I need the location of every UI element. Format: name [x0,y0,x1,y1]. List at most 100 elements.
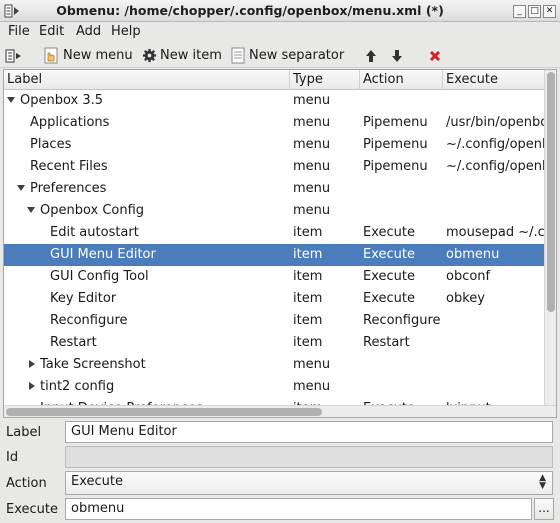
label-input[interactable]: GUI Menu Editor [65,421,553,443]
tree-row-selected[interactable]: GUI Menu Editor item Execute obmenu [4,244,545,266]
row-execute: obkey [446,291,485,306]
row-execute: obconf [446,269,491,284]
row-type: menu [293,137,331,152]
new-item-button[interactable]: New item [142,46,222,65]
row-action: Pipemenu [363,115,428,130]
expander-collapsed-icon[interactable] [29,360,35,368]
row-type: menu [293,181,331,196]
arrow-down-icon [392,49,402,62]
tree-row[interactable]: Openbox Config menu [4,200,545,222]
row-label: Openbox 3.5 [20,93,104,108]
tree-rows: Openbox 3.5 menu Applications menu Pipemenu /… [4,90,545,407]
row-label: Openbox Config [40,203,145,218]
row-label: tint2 config [40,379,115,394]
row-action: Execute [363,291,415,306]
title-bar: Obmenu: /home/chopper/.config/openbox/me… [0,0,560,22]
expander-expanded-icon[interactable] [17,185,25,191]
row-type: item [293,335,323,350]
new-menu-button[interactable]: New menu [42,46,133,65]
new-item-label: New item [160,48,222,63]
tree-row[interactable]: Restart item Restart [4,332,545,354]
tree-row[interactable]: Reconfigure item Reconfigure [4,310,545,332]
tree-row[interactable]: Take Screenshot menu [4,354,545,376]
row-type: item [293,225,323,240]
tree-row[interactable]: Key Editor item Execute obkey [4,288,545,310]
row-label: Recent Files [30,159,108,174]
tree-row[interactable]: Applications menu Pipemenu/usr/bin/openbox [4,112,545,134]
delete-x-icon [429,50,441,61]
row-label: Preferences [30,181,107,196]
expander-expanded-icon[interactable] [7,97,15,103]
row-action: Execute [363,269,415,284]
column-header-type[interactable]: Type [293,72,323,90]
row-label: Applications [30,115,110,130]
tree-header: Label Type Action Execute [4,70,545,90]
new-separator-button[interactable]: New separator [230,46,344,65]
column-header-execute[interactable]: Execute [446,72,498,90]
column-divider[interactable] [359,70,360,90]
tree-row[interactable]: Places menu Pipemenu ~/.config/openb [4,134,545,156]
move-down-button[interactable] [391,46,406,65]
row-action: Pipemenu [363,159,428,174]
menu-file[interactable]: File [8,24,30,39]
column-header-label[interactable]: Label [7,72,42,90]
expander-collapsed-icon[interactable] [29,382,35,390]
label-caption: Label [6,425,42,440]
row-type: item [293,269,323,284]
tree-row[interactable]: tint2 config menu [4,376,545,398]
maximize-button[interactable]: □ [528,5,541,18]
row-label: Key Editor [50,291,117,306]
tree-row[interactable]: Recent Files menu Pipemenu ~/.config/openb [4,156,545,178]
row-type: menu [293,357,331,372]
row-action: Execute [363,225,415,240]
menu-edit[interactable]: Edit [39,24,64,39]
id-input[interactable] [65,446,553,468]
tree-row[interactable]: Openbox 3.5 menu [4,90,545,112]
row-type: menu [293,379,331,394]
row-label: GUI Config Tool [50,269,149,284]
row-label: Places [30,137,72,152]
column-header-action[interactable]: Action [363,72,404,90]
column-divider[interactable] [442,70,443,90]
row-type: menu [293,203,331,218]
browse-button[interactable]: ... [534,498,554,520]
row-type: menu [293,93,331,108]
delete-button[interactable] [429,46,444,65]
expander-expanded-icon[interactable] [27,207,35,213]
close-button[interactable]: ✕ [543,5,556,18]
menu-list-icon [5,49,21,62]
new-menu-icon [44,47,58,64]
gear-icon [142,48,157,63]
tree-row[interactable]: GUI Config Tool item Execute obconf [4,266,545,288]
arrow-up-icon [366,49,376,62]
action-select-value: Execute [71,474,123,489]
vertical-scrollbar[interactable] [544,70,556,407]
new-separator-label: New separator [249,48,345,63]
menu-add[interactable]: Add [76,24,101,39]
menu-tree[interactable]: Label Type Action Execute Openbox 3.5 men… [3,69,557,418]
horizontal-scrollbar[interactable] [4,405,556,417]
row-execute: /usr/bin/openbox [446,115,545,130]
execute-input[interactable]: obmenu [65,498,532,520]
toolbar-menu-toggle-button[interactable] [5,46,26,65]
toolbar: New menu New item New separator [0,43,560,68]
horizontal-scroll-thumb[interactable] [6,408,322,416]
row-execute: ~/.config/openb [446,137,545,152]
vertical-scroll-thumb[interactable] [547,72,555,312]
move-up-button[interactable] [365,46,380,65]
row-label: Edit autostart [50,225,139,240]
row-execute: ~/.config/openb [446,159,545,174]
row-action: Reconfigure [363,313,441,328]
row-label: Reconfigure [50,313,128,328]
tree-row[interactable]: Edit autostart item Execute mousepad ~/.co [4,222,545,244]
menu-help[interactable]: Help [111,24,141,39]
row-label: Restart [50,335,97,350]
new-menu-label: New menu [63,48,133,63]
tree-row[interactable]: Preferences menu [4,178,545,200]
row-type: menu [293,159,331,174]
separator-document-icon [231,47,245,64]
minimize-button[interactable]: _ [513,5,526,18]
column-divider[interactable] [289,70,290,90]
row-type: item [293,313,323,328]
action-select[interactable]: Execute ▲ ▼ [65,471,553,495]
